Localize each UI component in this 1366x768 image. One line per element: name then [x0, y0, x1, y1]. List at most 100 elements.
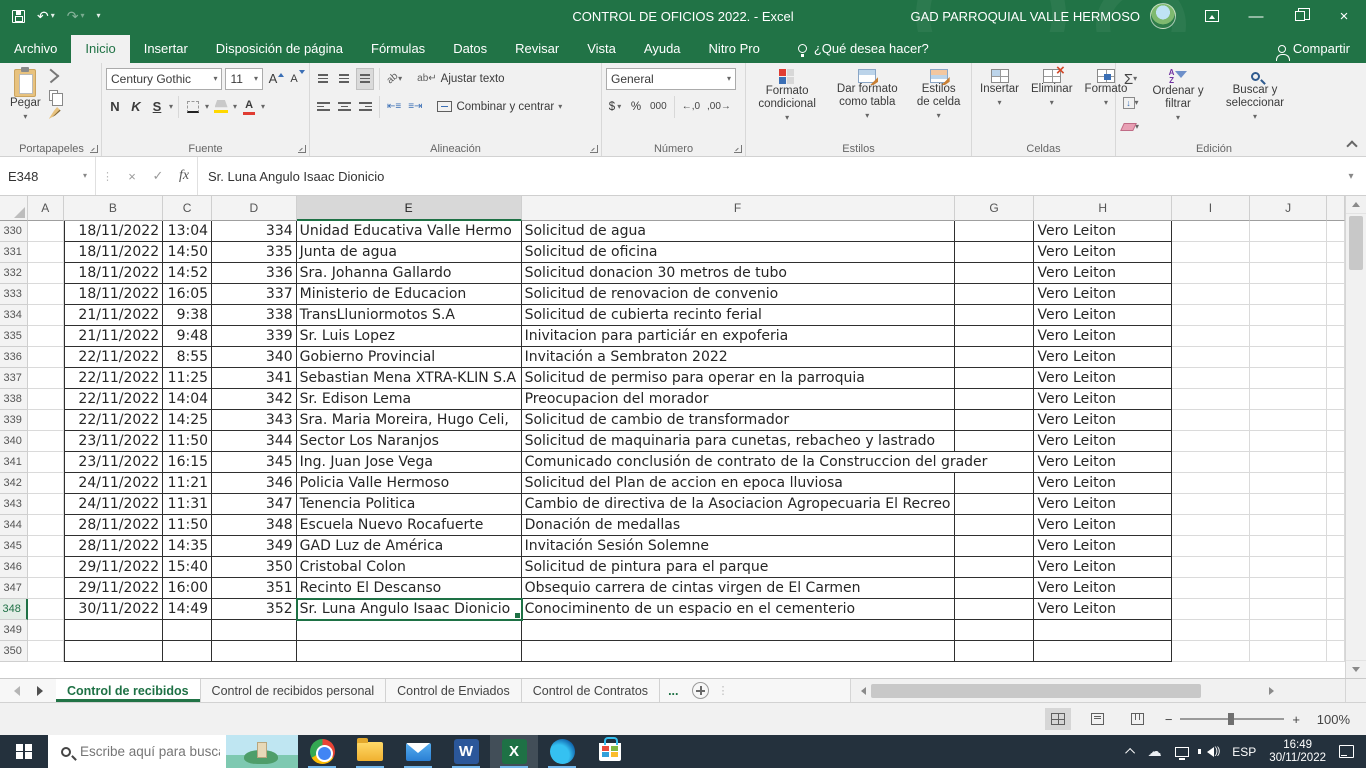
cell-I341[interactable] [1172, 452, 1250, 473]
taskbar-clock[interactable]: 16:49 30/11/2022 [1269, 739, 1326, 765]
cell-E338[interactable]: Sr. Edison Lema [297, 389, 522, 410]
cut-button[interactable] [49, 70, 63, 84]
sheet-tab-control-de-enviados[interactable]: Control de Enviados [386, 679, 522, 702]
column-header-I[interactable]: I [1172, 196, 1250, 221]
column-header-G[interactable]: G [955, 196, 1035, 221]
ribbon-tab-revisar[interactable]: Revisar [501, 35, 573, 63]
cell-C338[interactable]: 14:04 [163, 389, 212, 410]
page-break-view-button[interactable] [1125, 708, 1151, 730]
cell-E348[interactable]: Sr. Luna Angulo Isaac Dionicio [297, 599, 522, 620]
cell-E340[interactable]: Sector Los Naranjos [297, 431, 522, 452]
cell-F331[interactable]: Solicitud de oficina [522, 242, 955, 263]
fill-color-button[interactable] [212, 96, 230, 118]
cell-K338[interactable] [1327, 389, 1345, 410]
merge-center-button[interactable]: Combinar y centrar ▾ [435, 96, 564, 118]
cell-J348[interactable] [1250, 599, 1328, 620]
row-header-346[interactable]: 346 [0, 557, 28, 578]
search-highlight-illustration[interactable] [226, 735, 298, 768]
customize-qat-button[interactable]: ▾ [97, 12, 101, 20]
cell-A345[interactable] [28, 536, 64, 557]
cell-B342[interactable]: 24/11/2022 [64, 473, 163, 494]
cell-B332[interactable]: 18/11/2022 [64, 263, 163, 284]
cell-C344[interactable]: 11:50 [163, 515, 212, 536]
cell-G347[interactable] [955, 578, 1035, 599]
cell-G349[interactable] [955, 620, 1035, 641]
cell-H340[interactable]: Vero Leiton [1034, 431, 1172, 452]
column-header-A[interactable]: A [28, 196, 64, 221]
cell-D335[interactable]: 339 [212, 326, 297, 347]
cell-K341[interactable] [1327, 452, 1345, 473]
orientation-button[interactable]: ab▾ [385, 68, 404, 90]
cell-D341[interactable]: 345 [212, 452, 297, 473]
cell-K344[interactable] [1327, 515, 1345, 536]
cell-K333[interactable] [1327, 284, 1345, 305]
cell-F349[interactable] [522, 620, 955, 641]
cell-B348[interactable]: 30/11/2022 [64, 599, 163, 620]
align-center-button[interactable] [335, 96, 353, 118]
cell-C347[interactable]: 16:00 [163, 578, 212, 599]
cell-C348[interactable]: 14:49 [163, 599, 212, 620]
ribbon-tab-nitro-pro[interactable]: Nitro Pro [695, 35, 774, 63]
scroll-up-arrow[interactable] [1346, 196, 1366, 214]
ribbon-tab-disposici-n-de-p-gina[interactable]: Disposición de página [202, 35, 357, 63]
cell-D347[interactable]: 351 [212, 578, 297, 599]
tell-me-search[interactable]: ¿Qué desea hacer? [788, 35, 939, 63]
cell-I344[interactable] [1172, 515, 1250, 536]
onedrive-icon[interactable]: ☁ [1148, 743, 1162, 760]
cell-H339[interactable]: Vero Leiton [1034, 410, 1172, 431]
cell-C346[interactable]: 15:40 [163, 557, 212, 578]
cell-E341[interactable]: Ing. Juan Jose Vega [297, 452, 522, 473]
cell-A341[interactable] [28, 452, 64, 473]
sheet-nav-prev-button[interactable] [0, 679, 28, 702]
cell-F334[interactable]: Solicitud de cubierta recinto ferial [522, 305, 955, 326]
taskbar-app-chrome[interactable] [298, 735, 346, 768]
cell-H347[interactable]: Vero Leiton [1034, 578, 1172, 599]
cell-I348[interactable] [1172, 599, 1250, 620]
column-header-H[interactable]: H [1034, 196, 1172, 221]
cell-D334[interactable]: 338 [212, 305, 297, 326]
ribbon-display-options-button[interactable] [1190, 0, 1234, 32]
cell-K342[interactable] [1327, 473, 1345, 494]
cell-H348[interactable]: Vero Leiton [1034, 599, 1172, 620]
undo-button[interactable]: ↶▾ [37, 8, 55, 25]
taskbar-app-edge[interactable] [538, 735, 586, 768]
language-indicator[interactable]: ESP [1232, 745, 1256, 759]
cell-J346[interactable] [1250, 557, 1328, 578]
cell-H343[interactable]: Vero Leiton [1034, 494, 1172, 515]
cell-G350[interactable] [955, 641, 1035, 662]
cell-D332[interactable]: 336 [212, 263, 297, 284]
cell-C339[interactable]: 14:25 [163, 410, 212, 431]
sheet-tab-control-de-recibidos[interactable]: Control de recibidos [56, 679, 201, 702]
cell-H344[interactable]: Vero Leiton [1034, 515, 1172, 536]
cell-A348[interactable] [28, 599, 64, 620]
cell-H338[interactable]: Vero Leiton [1034, 389, 1172, 410]
row-header-335[interactable]: 335 [0, 326, 28, 347]
cell-C341[interactable]: 16:15 [163, 452, 212, 473]
font-size-combo[interactable]: 11▾ [225, 68, 263, 90]
cell-G336[interactable] [955, 347, 1035, 368]
row-header-342[interactable]: 342 [0, 473, 28, 494]
cell-I335[interactable] [1172, 326, 1250, 347]
cell-A344[interactable] [28, 515, 64, 536]
cell-F337[interactable]: Solicitud de permiso para operar en la p… [522, 368, 955, 389]
cell-G345[interactable] [955, 536, 1035, 557]
collapse-ribbon-button[interactable] [1346, 140, 1357, 151]
scroll-down-arrow[interactable] [1346, 660, 1366, 678]
cell-K335[interactable] [1327, 326, 1345, 347]
cell-B341[interactable]: 23/11/2022 [64, 452, 163, 473]
start-button[interactable] [0, 735, 48, 768]
zoom-level[interactable]: 100% [1314, 712, 1350, 727]
row-header-341[interactable]: 341 [0, 452, 28, 473]
cell-D343[interactable]: 347 [212, 494, 297, 515]
formula-input[interactable]: Sr. Luna Angulo Isaac Dionicio [197, 157, 1336, 195]
cell-J335[interactable] [1250, 326, 1328, 347]
cell-E339[interactable]: Sra. Maria Moreira, Hugo Celi, [297, 410, 522, 431]
align-right-button[interactable] [356, 96, 374, 118]
cell-I343[interactable] [1172, 494, 1250, 515]
cell-G342[interactable] [955, 473, 1035, 494]
cell-J333[interactable] [1250, 284, 1328, 305]
redo-button[interactable]: ↷▾ [67, 8, 85, 25]
cell-A331[interactable] [28, 242, 64, 263]
cell-F338[interactable]: Preocupacion del morador [522, 389, 955, 410]
cell-A347[interactable] [28, 578, 64, 599]
